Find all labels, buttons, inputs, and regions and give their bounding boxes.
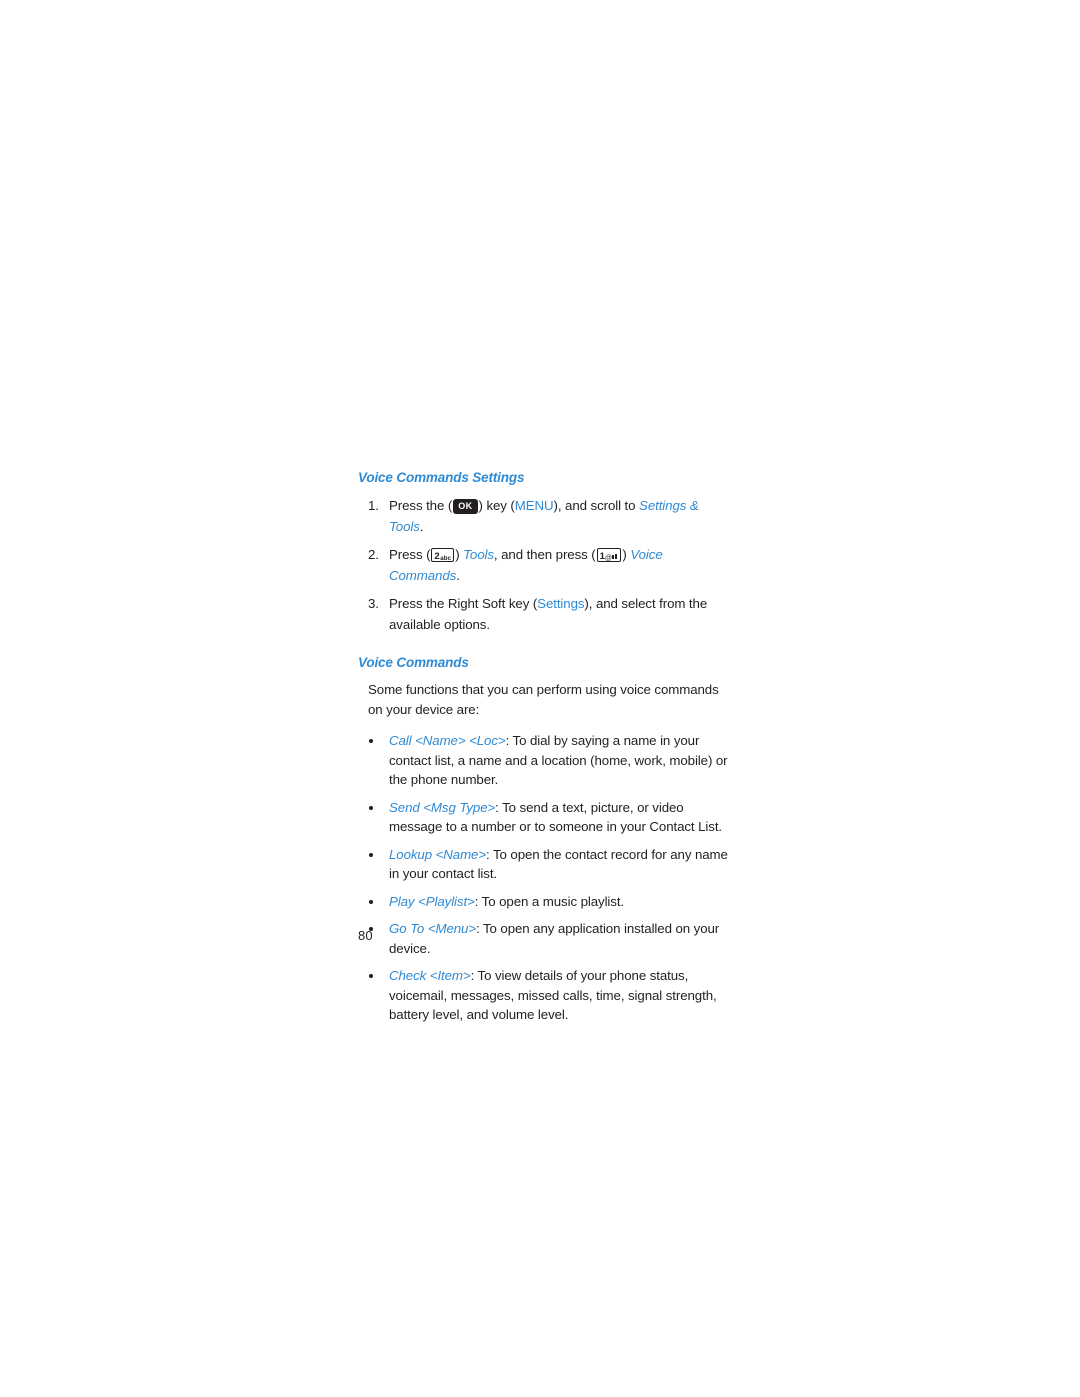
- step-text-segment: ): [455, 547, 464, 562]
- step-item-1: 1. Press the (OK) key (MENU), and scroll …: [358, 495, 730, 537]
- command-term: Call <Name> <Loc>: [389, 733, 506, 748]
- heading-voice-commands-settings: Voice Commands Settings: [358, 470, 525, 485]
- step-text-segment: Press the Right Soft key (: [389, 596, 538, 611]
- step-number: 2.: [368, 547, 379, 562]
- heading-voice-commands: Voice Commands: [358, 655, 469, 670]
- bullet-icon: [369, 805, 373, 810]
- keypad-1-voicemail-icon: 1@: [596, 548, 622, 562]
- command-term: Play <Playlist>: [389, 893, 475, 909]
- command-description: : To open a music playlist.: [474, 893, 625, 909]
- command-term: Check <Item>: [389, 968, 471, 983]
- command-term: Send <Msg Type>: [389, 799, 496, 815]
- step-text-segment: ), and scroll to: [553, 498, 640, 513]
- step-text-segment: , and then press (: [493, 547, 596, 562]
- command-term: Lookup <Name>: [389, 846, 487, 862]
- list-item: Go To <Menu>: To open any application in…: [358, 919, 730, 958]
- step-number: 1.: [368, 498, 379, 513]
- voice-command-bullet-list: Call <Name> <Loc>: To dial by saying a n…: [358, 731, 730, 1025]
- list-item: Send <Msg Type>: To send a text, picture…: [358, 798, 730, 837]
- tools-label: Tools: [463, 547, 494, 562]
- page-number: 80: [358, 928, 373, 943]
- list-item: Lookup <Name>: To open the contact recor…: [358, 845, 730, 884]
- list-item: Play <Playlist>: To open a music playlis…: [358, 892, 730, 912]
- manual-page: Voice Commands Settings 1. Press the (OK)…: [0, 0, 1080, 1397]
- step-text-segment: .: [419, 519, 424, 534]
- command-term: Go To <Menu>: [389, 921, 477, 936]
- menu-label: MENU: [514, 498, 554, 513]
- step-text-segment: Press the (: [389, 498, 453, 513]
- settings-label: Settings: [537, 596, 585, 611]
- step-text-segment: ) key (: [478, 498, 515, 513]
- numbered-steps-list: 1. Press the (OK) key (MENU), and scroll …: [358, 495, 730, 635]
- keypad-digit: 2: [434, 551, 440, 562]
- step-text-segment: .: [456, 568, 460, 583]
- step-item-2: 2. Press (2abc) Tools, and then press (1@…: [358, 544, 730, 586]
- keypad-2-abc-icon: 2abc: [431, 548, 455, 562]
- intro-paragraph: Some functions that you can perform usin…: [368, 682, 719, 717]
- step-number: 3.: [368, 596, 379, 611]
- ok-key-icon: OK: [453, 499, 478, 514]
- step-item-3: 3. Press the Right Soft key (Settings), a…: [358, 593, 730, 635]
- bullet-icon: [369, 974, 373, 978]
- voicemail-bars-icon: [612, 554, 618, 559]
- bullet-icon: [369, 899, 373, 904]
- keypad-letters: abc: [440, 555, 452, 562]
- list-item: Call <Name> <Loc>: To dial by saying a n…: [358, 731, 730, 790]
- step-text-segment: Press (: [389, 547, 431, 562]
- at-symbol-icon: @: [604, 554, 612, 562]
- page-content: Voice Commands Settings 1. Press the (OK)…: [358, 470, 730, 1033]
- bullet-icon: [369, 739, 373, 743]
- list-item: Check <Item>: To view details of your ph…: [358, 966, 730, 1025]
- bullet-icon: [369, 852, 373, 857]
